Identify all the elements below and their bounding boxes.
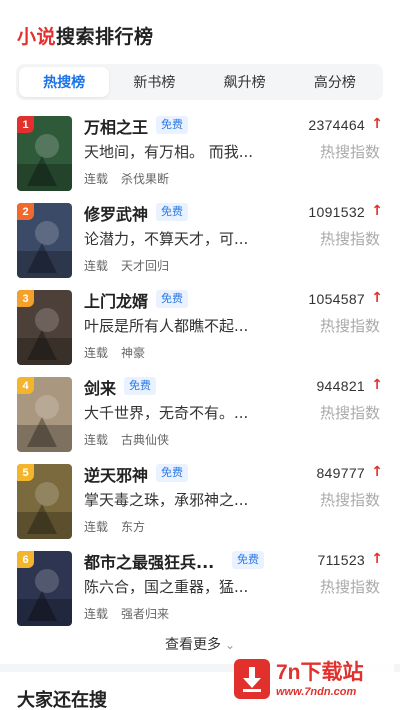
book-title[interactable]: 剑来 bbox=[84, 375, 116, 399]
title-rest: 搜索排行榜 bbox=[56, 26, 154, 48]
status-tag: 连载 bbox=[84, 259, 109, 273]
free-badge: 免费 bbox=[156, 464, 188, 482]
search-count: 849777 bbox=[316, 465, 365, 481]
ranking-tabs: 热搜榜 新书榜 飙升榜 高分榜 bbox=[16, 64, 383, 100]
rank-badge: 2 bbox=[17, 203, 34, 220]
free-badge: 免费 bbox=[232, 551, 264, 569]
search-count: 1091532 bbox=[308, 204, 365, 220]
rank-badge: 5 bbox=[17, 464, 34, 481]
tab-top-rated[interactable]: 高分榜 bbox=[290, 67, 380, 97]
free-badge: 免费 bbox=[156, 116, 188, 134]
site-watermark: 7n下载站 www.7ndn.com bbox=[234, 651, 394, 706]
status-tag: 连载 bbox=[84, 433, 109, 447]
genre-tag: 东方 bbox=[121, 520, 146, 534]
status-tag: 连载 bbox=[84, 607, 109, 621]
tab-new-books[interactable]: 新书榜 bbox=[109, 67, 199, 97]
book-description: 论潜力，不算天才，可... bbox=[84, 230, 249, 248]
book-title[interactable]: 修罗武神 bbox=[84, 201, 148, 225]
rank-badge: 1 bbox=[17, 116, 34, 133]
free-badge: 免费 bbox=[156, 203, 188, 221]
heat-index-label: 热搜指数 bbox=[319, 491, 380, 509]
genre-tag: 强者归来 bbox=[121, 607, 170, 621]
rank-badge: 6 bbox=[17, 551, 34, 568]
book-description: 天地间，有万相。 而我... bbox=[84, 143, 254, 161]
free-badge: 免费 bbox=[124, 377, 156, 395]
genre-tag: 天才回归 bbox=[121, 259, 170, 273]
arrow-up-icon: ↑ bbox=[371, 116, 383, 132]
heat-index-label: 热搜指数 bbox=[319, 143, 380, 161]
book-cover[interactable]: 4 bbox=[17, 377, 72, 452]
download-logo-icon bbox=[234, 658, 270, 699]
book-cover[interactable]: 6 bbox=[17, 551, 72, 626]
book-title[interactable]: 逆天邪神 bbox=[84, 462, 148, 486]
book-row[interactable]: 4 剑来 免费 大千世界，无奇不有。... 连载 古典仙侠 944821 ↑ 热… bbox=[0, 371, 400, 458]
book-title[interactable]: 万相之王 bbox=[84, 114, 148, 138]
search-count: 2374464 bbox=[308, 117, 365, 133]
book-row[interactable]: 3 上门龙婿 免费 叶辰是所有人都瞧不起... 连载 神豪 1054587 ↑ … bbox=[0, 284, 400, 371]
search-count: 711523 bbox=[317, 552, 365, 568]
book-cover[interactable]: 5 bbox=[17, 464, 72, 539]
section-title-also-searching: 大家还在搜 bbox=[17, 690, 107, 710]
book-row[interactable]: 1 万相之王 免费 天地间，有万相。 而我... 连载 杀伐果断 2374464… bbox=[0, 110, 400, 197]
book-description: 陈六合，国之重器，猛... bbox=[84, 578, 249, 596]
status-tag: 连载 bbox=[84, 346, 109, 360]
search-count: 944821 bbox=[316, 378, 365, 394]
book-list: 1 万相之王 免费 天地间，有万相。 而我... 连载 杀伐果断 2374464… bbox=[0, 110, 400, 632]
book-title[interactable]: 上门龙婿 bbox=[84, 288, 148, 312]
status-tag: 连载 bbox=[84, 520, 109, 534]
watermark-title: 7n下载站 bbox=[276, 660, 364, 684]
tab-rising[interactable]: 飙升榜 bbox=[200, 67, 290, 97]
free-badge: 免费 bbox=[156, 290, 188, 308]
heat-index-label: 热搜指数 bbox=[319, 578, 380, 596]
title-accent: 小说 bbox=[17, 26, 57, 48]
page-title: 小说搜索排行榜 bbox=[17, 22, 154, 49]
book-cover[interactable]: 1 bbox=[17, 116, 72, 191]
chevron-down-icon: ⌄ bbox=[224, 638, 236, 652]
book-description: 大千世界，无奇不有。... bbox=[84, 404, 249, 422]
book-description: 掌天毒之珠，承邪神之... bbox=[84, 491, 249, 509]
watermark-url: www.7ndn.com bbox=[276, 685, 357, 698]
book-row[interactable]: 2 修罗武神 免费 论潜力，不算天才，可... 连载 天才回归 1091532 … bbox=[0, 197, 400, 284]
heat-index-label: 热搜指数 bbox=[319, 404, 380, 422]
view-more-label: 查看更多 bbox=[164, 637, 221, 653]
status-tag: 连载 bbox=[84, 172, 109, 186]
search-count: 1054587 bbox=[308, 291, 365, 307]
book-cover[interactable]: 2 bbox=[17, 203, 72, 278]
rank-badge: 4 bbox=[17, 377, 34, 394]
genre-tag: 杀伐果断 bbox=[121, 172, 170, 186]
tab-hot-search[interactable]: 热搜榜 bbox=[19, 67, 110, 97]
genre-tag: 神豪 bbox=[121, 346, 146, 360]
book-row[interactable]: 6 都市之最强狂兵... 免费 陈六合，国之重器，猛... 连载 强者归来 71… bbox=[0, 545, 400, 632]
book-description: 叶辰是所有人都瞧不起... bbox=[84, 317, 249, 335]
arrow-up-icon: ↑ bbox=[371, 290, 383, 306]
heat-index-label: 热搜指数 bbox=[319, 230, 380, 248]
book-row[interactable]: 5 逆天邪神 免费 掌天毒之珠，承邪神之... 连载 东方 849777 ↑ 热… bbox=[0, 458, 400, 545]
arrow-up-icon: ↑ bbox=[371, 551, 383, 567]
book-title[interactable]: 都市之最强狂兵... bbox=[84, 549, 214, 573]
arrow-up-icon: ↑ bbox=[371, 464, 383, 480]
genre-tag: 古典仙侠 bbox=[121, 433, 170, 447]
rank-badge: 3 bbox=[17, 290, 34, 307]
arrow-up-icon: ↑ bbox=[371, 203, 383, 219]
book-cover[interactable]: 3 bbox=[17, 290, 72, 365]
heat-index-label: 热搜指数 bbox=[319, 317, 380, 335]
arrow-up-icon: ↑ bbox=[371, 377, 383, 393]
